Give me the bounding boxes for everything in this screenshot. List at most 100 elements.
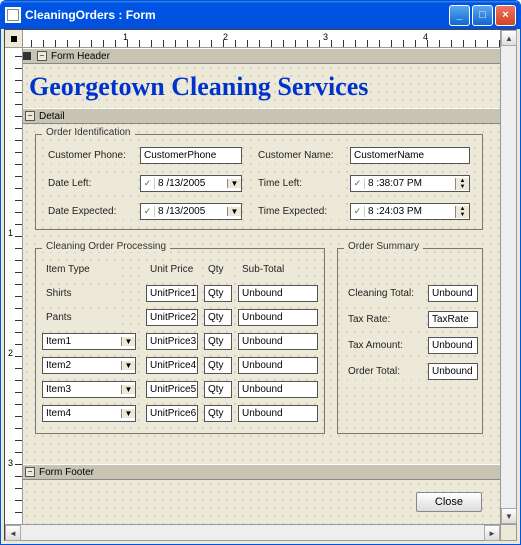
maximize-button[interactable]: □ — [472, 5, 493, 26]
field-subtotal[interactable]: Unbound — [238, 405, 318, 422]
field-order-total[interactable]: Unbound — [428, 363, 478, 380]
scroll-down-icon[interactable]: ▼ — [501, 508, 517, 524]
field-unit-price[interactable]: UnitPrice3 — [146, 333, 198, 350]
scroll-up-icon[interactable]: ▲ — [501, 30, 517, 46]
close-button[interactable]: Close — [416, 492, 482, 512]
field-item-type[interactable]: Item4▼ — [42, 405, 136, 422]
field-customer-name[interactable]: CustomerName — [350, 147, 470, 164]
header-subtotal: Sub-Total — [238, 261, 298, 278]
field-unit-price[interactable]: UnitPrice4 — [146, 357, 198, 374]
field-qty[interactable]: Qty — [204, 285, 232, 302]
field-qty[interactable]: Qty — [204, 357, 232, 374]
scroll-right-icon[interactable]: ► — [484, 525, 500, 541]
field-item-type[interactable]: Item1▼ — [42, 333, 136, 350]
label-date-left: Date Left: — [44, 175, 134, 192]
section-form-footer-bar[interactable]: − Form Footer — [23, 464, 500, 480]
group-processing: Cleaning Order Processing Item Type Unit… — [35, 248, 325, 434]
field-unit-price[interactable]: UnitPrice5 — [146, 381, 198, 398]
field-time-left[interactable]: ✓ 8 :38:07 PM ▲▼ — [350, 175, 470, 192]
field-cleaning-total[interactable]: Unbound — [428, 285, 478, 302]
section-form-header-bar[interactable]: − Form Header — [23, 48, 500, 64]
field-time-expected[interactable]: ✓ 8 :24:03 PM ▲▼ — [350, 203, 470, 220]
window-close-button[interactable]: × — [495, 5, 516, 26]
field-qty[interactable]: Qty — [204, 333, 232, 350]
form-header-body: Georgetown Cleaning Services — [23, 64, 500, 108]
field-tax-rate[interactable]: TaxRate — [428, 311, 478, 328]
chevron-down-icon[interactable]: ▼ — [121, 361, 135, 370]
design-workarea: 1 2 3 4 1 2 3 − Form Header Georgetown C… — [4, 29, 517, 541]
header-qty: Qty — [204, 261, 232, 278]
check-icon: ✓ — [141, 206, 155, 217]
field-qty[interactable]: Qty — [204, 309, 232, 326]
field-date-left[interactable]: ✓ 8 /13/2005 ▼ — [140, 175, 242, 192]
label-item-type: Shirts — [42, 285, 122, 302]
header-unit-price: Unit Price — [146, 261, 198, 278]
collapse-icon[interactable]: − — [37, 51, 47, 61]
check-icon: ✓ — [351, 206, 365, 217]
label-tax-amount: Tax Amount: — [344, 337, 424, 354]
field-date-expected[interactable]: ✓ 8 /13/2005 ▼ — [140, 203, 242, 220]
group-order-identification: Order Identification Customer Phone: Cus… — [35, 134, 483, 230]
vertical-ruler[interactable]: 1 2 3 — [5, 48, 23, 524]
detail-body: Order Identification Customer Phone: Cus… — [23, 124, 500, 464]
field-item-type[interactable]: Item3▼ — [42, 381, 136, 398]
label-tax-rate: Tax Rate: — [344, 311, 424, 328]
page-title: Georgetown Cleaning Services — [23, 64, 500, 110]
field-unit-price[interactable]: UnitPrice2 — [146, 309, 198, 326]
form-footer-body: Close — [23, 480, 500, 524]
field-item-type[interactable]: Item2▼ — [42, 357, 136, 374]
label-customer-name: Customer Name: — [254, 147, 344, 164]
field-qty[interactable]: Qty — [204, 405, 232, 422]
field-tax-amount[interactable]: Unbound — [428, 337, 478, 354]
field-subtotal[interactable]: Unbound — [238, 333, 318, 350]
field-unit-price[interactable]: UnitPrice1 — [146, 285, 198, 302]
chevron-down-icon[interactable]: ▼ — [121, 337, 135, 346]
label-time-expected: Time Expected: — [254, 203, 344, 220]
minimize-button[interactable]: _ — [449, 5, 470, 26]
titlebar[interactable]: CleaningOrders : Form _ □ × — [1, 1, 520, 29]
selector-icon — [23, 52, 31, 60]
section-footer-label: Form Footer — [39, 467, 94, 478]
check-icon: ✓ — [141, 178, 155, 189]
label-cleaning-total: Cleaning Total: — [344, 285, 424, 302]
chevron-down-icon[interactable]: ▼ — [121, 409, 135, 418]
label-customer-phone: Customer Phone: — [44, 147, 134, 164]
scroll-track[interactable] — [501, 46, 516, 508]
field-subtotal[interactable]: Unbound — [238, 357, 318, 374]
check-icon: ✓ — [351, 178, 365, 189]
label-time-left: Time Left: — [254, 175, 344, 192]
horizontal-ruler[interactable]: 1 2 3 4 — [23, 30, 516, 48]
label-date-expected: Date Expected: — [44, 203, 134, 220]
field-subtotal[interactable]: Unbound — [238, 381, 318, 398]
ruler-corner[interactable] — [5, 30, 23, 48]
spinner-icon[interactable]: ▲▼ — [455, 178, 469, 190]
form-design-surface[interactable]: − Form Header Georgetown Cleaning Servic… — [23, 48, 500, 524]
window: CleaningOrders : Form _ □ × 1 2 3 4 1 2 … — [0, 0, 521, 545]
field-unit-price[interactable]: UnitPrice6 — [146, 405, 198, 422]
horizontal-scrollbar[interactable]: ◄ ► — [5, 524, 500, 540]
group-summary: Order Summary Cleaning Total: Unbound Ta… — [337, 248, 483, 434]
group-legend-processing: Cleaning Order Processing — [42, 241, 170, 252]
label-order-total: Order Total: — [344, 363, 424, 380]
chevron-down-icon[interactable]: ▼ — [121, 385, 135, 394]
label-item-type: Pants — [42, 309, 122, 326]
header-item-type: Item Type — [42, 261, 122, 278]
field-subtotal[interactable]: Unbound — [238, 309, 318, 326]
section-detail-bar[interactable]: − Detail — [23, 108, 500, 124]
form-icon — [5, 7, 21, 23]
chevron-down-icon[interactable]: ▼ — [227, 179, 241, 188]
scroll-corner — [500, 524, 516, 540]
spinner-icon[interactable]: ▲▼ — [455, 206, 469, 218]
scroll-track[interactable] — [21, 525, 484, 540]
chevron-down-icon[interactable]: ▼ — [227, 207, 241, 216]
collapse-icon[interactable]: − — [25, 467, 35, 477]
scroll-left-icon[interactable]: ◄ — [5, 525, 21, 541]
collapse-icon[interactable]: − — [25, 111, 35, 121]
section-header-label: Form Header — [51, 51, 110, 62]
field-subtotal[interactable]: Unbound — [238, 285, 318, 302]
group-legend-summary: Order Summary — [344, 241, 423, 252]
window-title: CleaningOrders : Form — [25, 8, 449, 22]
field-qty[interactable]: Qty — [204, 381, 232, 398]
vertical-scrollbar[interactable]: ▲ ▼ — [500, 30, 516, 524]
field-customer-phone[interactable]: CustomerPhone — [140, 147, 242, 164]
